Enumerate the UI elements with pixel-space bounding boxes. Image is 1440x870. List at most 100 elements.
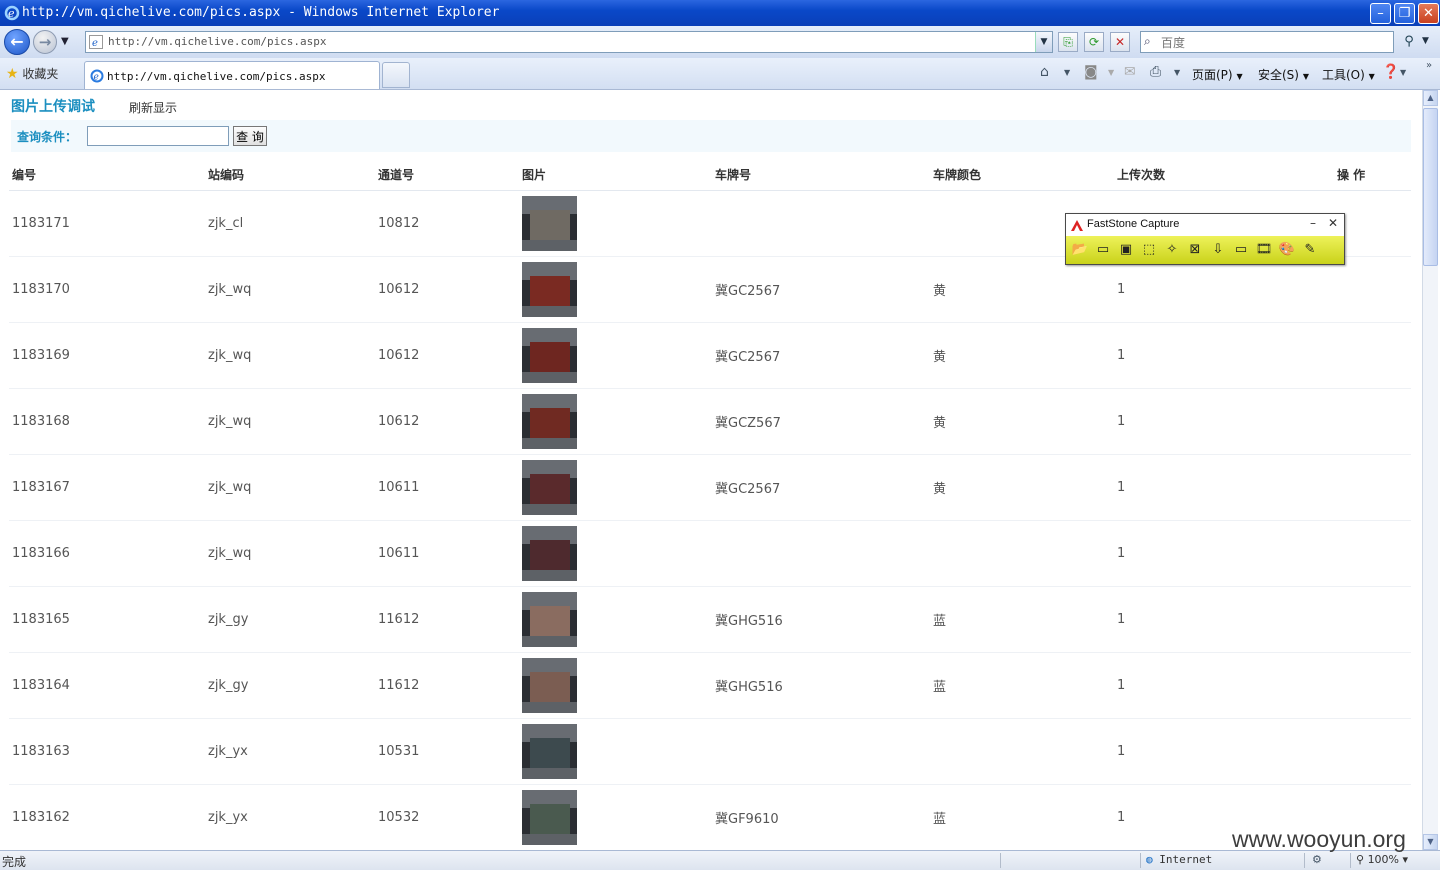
help-dropdown-icon[interactable]: ▼ [1400, 68, 1406, 77]
table-header-row: 编号 站编码 通道号 图片 车牌号 车牌颜色 上传次数操 作 [9, 158, 1411, 191]
scroll-up-icon[interactable]: ▲ [1423, 90, 1438, 106]
address-bar[interactable]: e http://vm.qichelive.com/pics.aspx ▼ [85, 31, 1053, 53]
home-icon[interactable]: ⌂ [1040, 64, 1049, 80]
id-cell: 1183168 [9, 388, 205, 455]
stop-icon[interactable]: ✕ [1110, 32, 1130, 52]
output-icon[interactable]: 🎨 [1277, 240, 1297, 260]
zoom-level[interactable]: ⚲ 100% ▾ [1356, 853, 1408, 866]
picture-cell [519, 322, 712, 389]
address-url[interactable]: http://vm.qichelive.com/pics.aspx [108, 35, 327, 48]
plate-color-cell: 黄 [930, 388, 1114, 455]
station-cell: zjk_yx [205, 784, 375, 850]
forward-arrow-icon: → [38, 33, 52, 51]
vehicle-thumbnail[interactable] [522, 460, 577, 515]
plate-cell: 冀GHG516 [712, 652, 930, 719]
safety-menu-label: 安全(S) [1258, 68, 1299, 82]
vehicle-thumbnail[interactable] [522, 592, 577, 647]
station-cell: zjk_gy [205, 652, 375, 719]
scroll-thumb[interactable] [1423, 108, 1438, 266]
id-cell: 1183167 [9, 454, 205, 521]
channel-cell: 10612 [375, 322, 519, 389]
protected-mode-icon[interactable]: ⚙ [1312, 853, 1322, 866]
favorites-button[interactable]: ★ 收藏夹 [6, 65, 58, 82]
settings-icon[interactable]: ✎ [1300, 240, 1320, 260]
table-row: 1183169 zjk_wq 10612 冀GC2567 黄 1 [9, 322, 1411, 389]
search-input[interactable] [1159, 33, 1393, 53]
close-window-button[interactable]: ✕ [1418, 3, 1439, 24]
window-titlebar[interactable]: e http://vm.qichelive.com/pics.aspx - Wi… [0, 0, 1440, 26]
feeds-icon[interactable]: ◙ [1084, 64, 1098, 80]
minimize-button[interactable]: – [1370, 3, 1391, 24]
station-cell: zjk_wq [205, 256, 375, 323]
search-options-icon[interactable]: ▼ [1422, 36, 1429, 46]
back-button[interactable]: ← [4, 29, 30, 55]
capture-fullscreen-icon[interactable]: ⊠ [1185, 240, 1205, 260]
column-header: 车牌号 [712, 158, 930, 191]
faststone-close-button[interactable]: ✕ [1328, 216, 1338, 230]
capture-video-icon[interactable]: 🎞 [1254, 240, 1274, 260]
faststone-header[interactable]: FastStone Capture – ✕ [1066, 214, 1344, 236]
page-menu-label: 页面(P) [1192, 68, 1233, 82]
vehicle-thumbnail[interactable] [522, 658, 577, 713]
id-cell: 1183169 [9, 322, 205, 389]
status-separator [1304, 853, 1305, 868]
address-dropdown-icon[interactable]: ▼ [1035, 32, 1052, 52]
capture-object-icon[interactable]: ▣ [1116, 240, 1136, 260]
chevron-more-icon[interactable]: » [1426, 60, 1432, 71]
print-dropdown-icon[interactable]: ▼ [1174, 68, 1180, 77]
picture-cell [519, 784, 712, 850]
compatibility-view-icon[interactable]: ⎘ [1058, 32, 1078, 52]
page-menu[interactable]: 页面(P) ▼ [1192, 66, 1243, 83]
upload-count-cell: 1 [1114, 520, 1334, 587]
query-input[interactable] [87, 126, 229, 146]
id-cell: 1183163 [9, 718, 205, 785]
home-dropdown-icon[interactable]: ▼ [1064, 68, 1070, 77]
faststone-minimize-button[interactable]: – [1310, 216, 1316, 230]
history-dropdown-icon[interactable]: ▼ [61, 36, 69, 47]
faststone-capture-toolbar[interactable]: FastStone Capture – ✕ 📂 ▭ ▣ ⬚ ✧ ⊠ ⇩ ▭ 🎞 🎨 ✎ [1065, 213, 1345, 265]
help-icon[interactable]: ❓ [1382, 64, 1399, 80]
vehicle-thumbnail[interactable] [522, 394, 577, 449]
vehicle-thumbnail[interactable] [522, 196, 577, 251]
tools-menu-dropdown-icon: ▼ [1368, 72, 1375, 81]
search-go-icon[interactable]: ⚲ [1398, 32, 1420, 52]
capture-window-icon[interactable]: ▭ [1093, 240, 1113, 260]
refresh-display-link[interactable]: 刷新显示 [129, 99, 177, 116]
capture-scroll-icon[interactable]: ⇩ [1208, 240, 1228, 260]
mail-icon[interactable]: ✉ [1124, 64, 1136, 80]
refresh-icon[interactable]: ⟳ [1084, 32, 1104, 52]
table-row: 1183165 zjk_gy 11612 冀GHG516 蓝 1 [9, 586, 1411, 653]
vehicle-thumbnail[interactable] [522, 328, 577, 383]
tools-menu[interactable]: 工具(O) ▼ [1322, 66, 1375, 83]
restore-button[interactable]: ❐ [1394, 3, 1415, 24]
forward-button[interactable]: → [33, 30, 57, 54]
plate-color-cell [930, 718, 1114, 785]
new-tab-button[interactable] [382, 62, 410, 88]
upload-count-cell: 1 [1114, 586, 1334, 653]
table-row: 1183167 zjk_wq 10611 冀GC2567 黄 1 [9, 454, 1411, 521]
scroll-down-icon[interactable]: ▼ [1423, 834, 1438, 850]
print-icon[interactable]: ⎙ [1150, 64, 1161, 80]
window-title: http://vm.qichelive.com/pics.aspx - Wind… [22, 5, 500, 20]
capture-fixed-icon[interactable]: ▭ [1231, 240, 1251, 260]
query-button[interactable]: 查 询 [233, 126, 267, 146]
picture-cell [519, 718, 712, 785]
svg-text:e: e [92, 38, 98, 49]
search-box[interactable]: ⌕ [1140, 31, 1394, 53]
upload-count-cell: 1 [1114, 454, 1334, 521]
open-icon[interactable]: 📂 [1070, 240, 1090, 260]
vehicle-thumbnail[interactable] [522, 262, 577, 317]
safety-menu[interactable]: 安全(S) ▼ [1258, 66, 1309, 83]
vehicle-thumbnail[interactable] [522, 724, 577, 779]
feeds-dropdown-icon[interactable]: ▼ [1108, 68, 1114, 77]
query-label: 查询条件： [17, 130, 78, 144]
capture-rect-icon[interactable]: ⬚ [1139, 240, 1159, 260]
station-cell: zjk_cl [205, 190, 375, 257]
security-zone[interactable]: ◍ Internet [1146, 853, 1212, 866]
zone-label: Internet [1159, 853, 1213, 866]
capture-freehand-icon[interactable]: ✧ [1162, 240, 1182, 260]
vertical-scrollbar[interactable]: ▲ ▼ [1422, 90, 1438, 850]
tab-active[interactable]: e http://vm.qichelive.com/pics.aspx [84, 61, 380, 89]
vehicle-thumbnail[interactable] [522, 790, 577, 845]
vehicle-thumbnail[interactable] [522, 526, 577, 581]
